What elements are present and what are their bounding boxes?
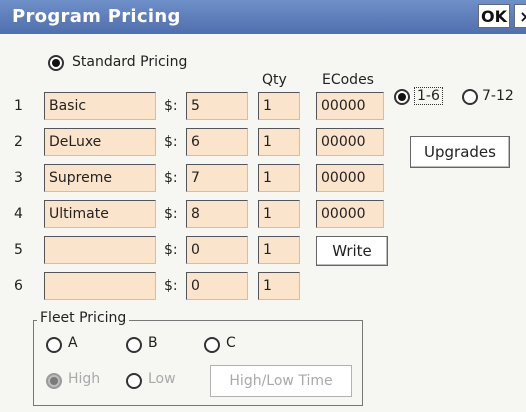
qty-field[interactable]: 1 [258, 200, 300, 228]
write-button[interactable]: Write [316, 236, 388, 266]
title-bar: Program Pricing OK × [0, 0, 526, 34]
fleet-option-b-label: B [148, 335, 158, 351]
currency-label: $: [164, 242, 178, 258]
ecode-field[interactable]: 00000 [316, 128, 384, 156]
row-number: 4 [14, 206, 23, 222]
upgrades-button[interactable]: Upgrades [410, 136, 510, 168]
fleet-option-c-radio[interactable] [204, 337, 220, 353]
currency-label: $: [164, 206, 178, 222]
low-radio[interactable] [126, 373, 142, 389]
window-title: Program Pricing [12, 6, 181, 27]
currency-label: $: [164, 278, 178, 294]
fleet-option-c-label: C [226, 335, 236, 351]
price-field[interactable]: 5 [186, 92, 248, 120]
program-name-field[interactable]: DeLuxe [44, 128, 156, 156]
ecode-field[interactable]: 00000 [316, 164, 384, 192]
low-label: Low [148, 371, 176, 387]
price-field[interactable]: 8 [186, 200, 248, 228]
price-field[interactable]: 0 [186, 236, 248, 264]
fleet-pricing-group: Fleet Pricing A B C High Low High/Low Ti… [33, 310, 363, 406]
fleet-option-b-radio[interactable] [126, 337, 142, 353]
row-number: 6 [14, 278, 23, 294]
price-field[interactable]: 0 [186, 272, 248, 300]
ecodes-header: ECodes [322, 72, 374, 88]
program-name-field[interactable]: Basic [44, 92, 156, 120]
row-number: 2 [14, 134, 23, 150]
program-name-field[interactable] [44, 236, 156, 264]
program-name-field[interactable] [44, 272, 156, 300]
fleet-pricing-title: Fleet Pricing [37, 310, 130, 326]
standard-pricing-label: Standard Pricing [72, 54, 188, 70]
ok-button[interactable]: OK [478, 4, 510, 28]
qty-field[interactable]: 1 [258, 92, 300, 120]
high-radio[interactable] [46, 373, 62, 389]
standard-pricing-radio[interactable] [48, 55, 64, 71]
range-7-12-label: 7-12 [482, 88, 514, 104]
high-low-time-button[interactable]: High/Low Time [210, 365, 352, 397]
ecode-field[interactable]: 00000 [316, 92, 384, 120]
qty-header: Qty [262, 72, 287, 88]
ecode-field[interactable]: 00000 [316, 200, 384, 228]
dialog-content: Standard Pricing Qty ECodes 1 Basic $: 5… [0, 34, 526, 412]
row-number: 1 [14, 98, 23, 114]
close-button[interactable]: × [514, 4, 526, 28]
row-number: 5 [14, 242, 23, 258]
program-name-field[interactable]: Supreme [44, 164, 156, 192]
fleet-option-a-label: A [68, 335, 78, 351]
fleet-option-a-radio[interactable] [46, 337, 62, 353]
range-7-12-radio[interactable] [462, 89, 478, 105]
range-1-6-label: 1-6 [414, 87, 443, 105]
price-field[interactable]: 6 [186, 128, 248, 156]
qty-field[interactable]: 1 [258, 272, 300, 300]
qty-field[interactable]: 1 [258, 128, 300, 156]
qty-field[interactable]: 1 [258, 164, 300, 192]
high-label: High [68, 371, 101, 387]
currency-label: $: [164, 134, 178, 150]
program-name-field[interactable]: Ultimate [44, 200, 156, 228]
price-field[interactable]: 7 [186, 164, 248, 192]
currency-label: $: [164, 98, 178, 114]
qty-field[interactable]: 1 [258, 236, 300, 264]
range-1-6-radio[interactable] [394, 89, 410, 105]
currency-label: $: [164, 170, 178, 186]
row-number: 3 [14, 170, 23, 186]
